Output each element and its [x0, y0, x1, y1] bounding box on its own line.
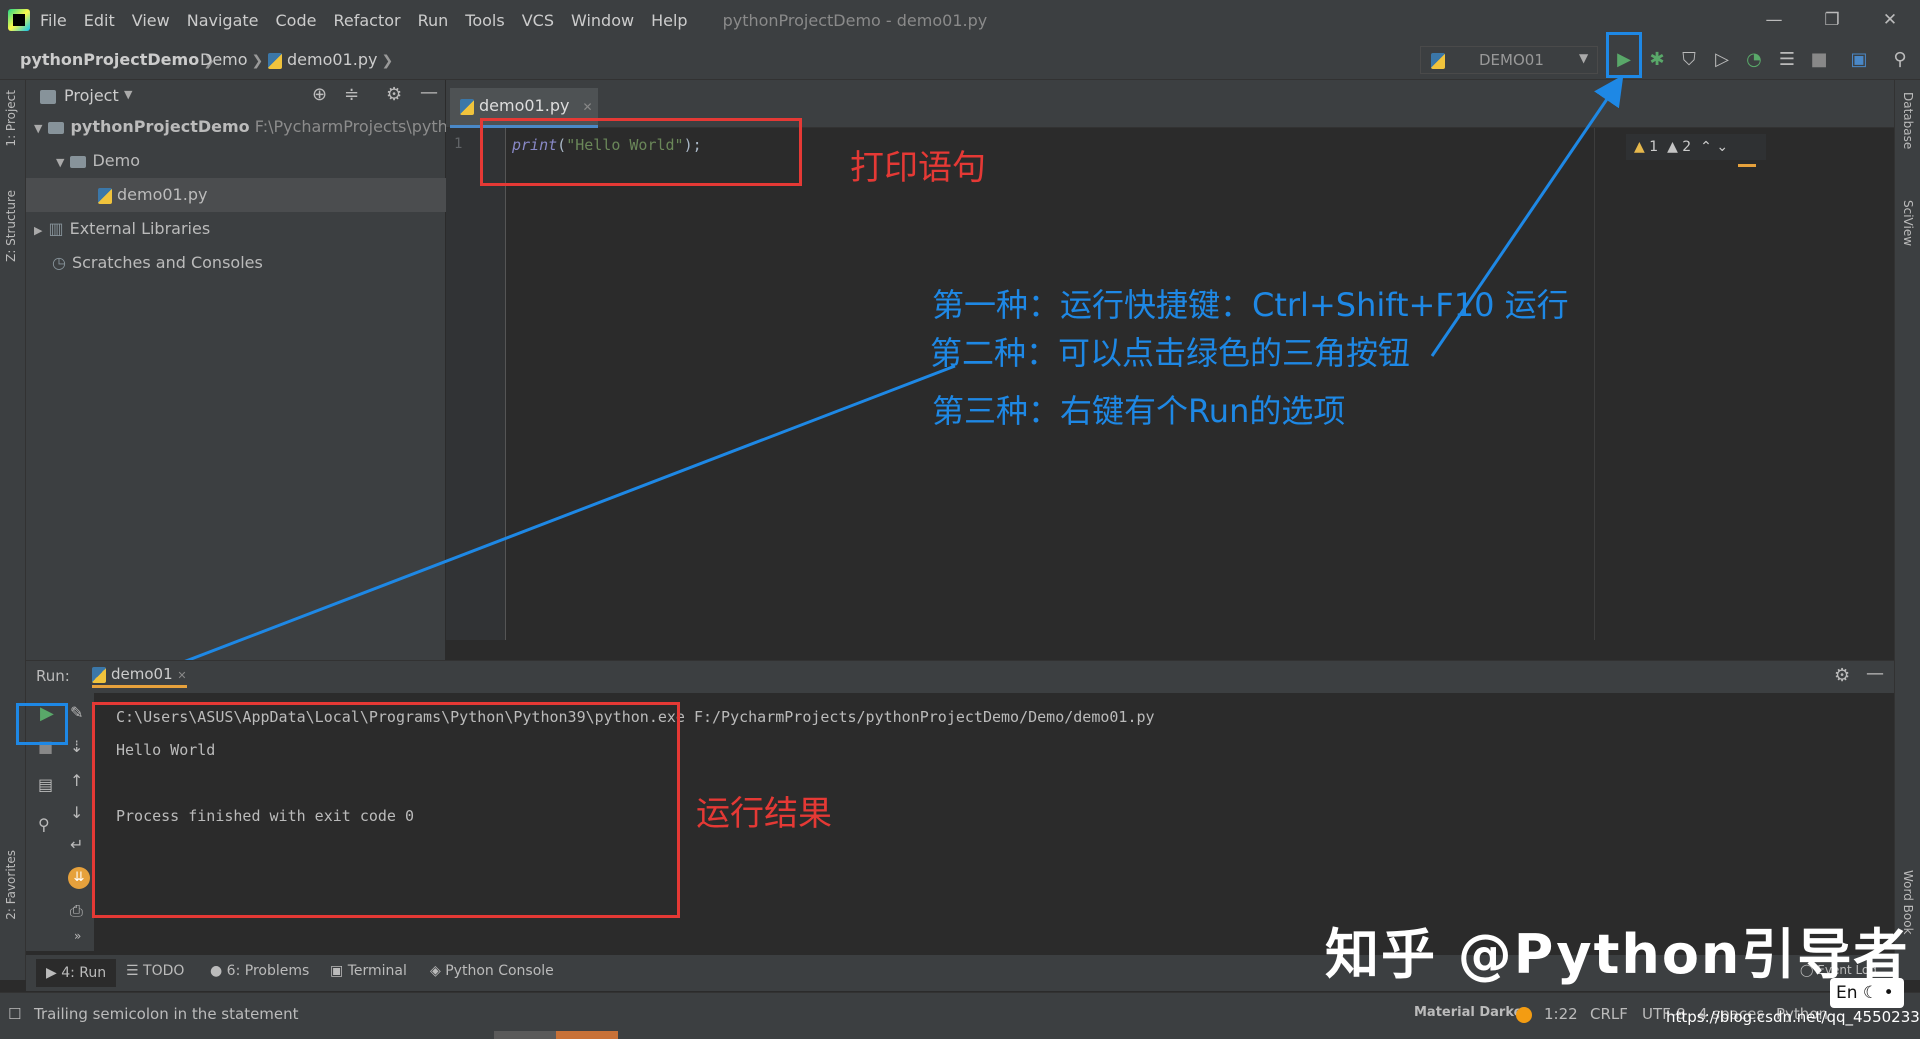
layout-icon[interactable]: ▤: [38, 775, 53, 794]
play-icon: ▶: [46, 965, 57, 981]
zhihu-watermark: 知乎 @Python引导者: [1325, 923, 1910, 986]
arrow-up-icon[interactable]: ↑: [70, 771, 83, 790]
blog-url-watermark: https://blog.csdn.net/qq_45502336: [1666, 1008, 1920, 1026]
pin-icon[interactable]: ⚲: [38, 815, 50, 834]
tool-tab-terminal[interactable]: ▣ Terminal: [330, 963, 407, 979]
arrow-down-icon[interactable]: ↓: [70, 803, 83, 822]
status-message: Trailing semicolon in the statement: [34, 1005, 299, 1023]
scroll-to-end-icon[interactable]: ⇊: [68, 867, 90, 889]
run-panel-label: Run:: [36, 667, 70, 685]
list-icon: ☰: [126, 963, 139, 979]
arrow-to-run-panel: [68, 364, 956, 710]
info-icon: ●: [210, 963, 223, 979]
status-bar: ☐ Trailing semicolon in the statement Ma…: [0, 992, 1920, 1039]
run-result-highlight: [92, 702, 680, 918]
python-icon: [92, 666, 106, 683]
ime-indicator[interactable]: En ☾ •: [1830, 978, 1904, 1008]
gear-icon[interactable]: ⚙: [1834, 665, 1850, 686]
tool-tab-problems[interactable]: ● 6: Problems: [210, 963, 309, 979]
edit-config-icon[interactable]: ✎: [70, 703, 83, 722]
arrow-to-toolbar-run: [1430, 75, 1624, 357]
tool-tab-python-console[interactable]: ◈ Python Console: [430, 963, 554, 979]
ime-moon-icon: ☾: [1862, 983, 1879, 1003]
rerun-button-highlight: [16, 703, 68, 745]
annotation-run-result: 运行结果: [696, 794, 832, 834]
print-icon[interactable]: ⎙: [70, 901, 83, 921]
ime-dot-icon: •: [1883, 983, 1894, 1003]
more-icon[interactable]: »: [74, 929, 81, 943]
run-panel-header: Run: demo01 ✕ ⚙ —: [26, 661, 1894, 693]
close-tab-icon[interactable]: ✕: [177, 669, 186, 682]
taskbar-preview: [494, 1031, 556, 1039]
tool-tab-run[interactable]: ▶ 4: Run: [36, 959, 117, 987]
taskbar-preview-active: [556, 1031, 618, 1039]
soft-wrap-icon[interactable]: ↵: [70, 835, 83, 854]
theme-indicator-icon: [1516, 1007, 1532, 1023]
run-tab-demo01[interactable]: demo01 ✕: [92, 665, 187, 688]
caret-position[interactable]: 1:22: [1544, 1005, 1578, 1023]
python-icon: ◈: [430, 963, 441, 979]
hide-panel-icon[interactable]: —: [1866, 663, 1884, 684]
line-separator[interactable]: CRLF: [1590, 1005, 1628, 1023]
terminal-icon: ▣: [330, 963, 344, 979]
status-toggle-icon[interactable]: ☐: [8, 1005, 21, 1023]
sort-down-icon[interactable]: ⇣: [70, 737, 83, 756]
theme-name[interactable]: Material Darker: [1414, 1005, 1529, 1020]
tool-tab-todo[interactable]: ☰ TODO: [126, 963, 184, 979]
